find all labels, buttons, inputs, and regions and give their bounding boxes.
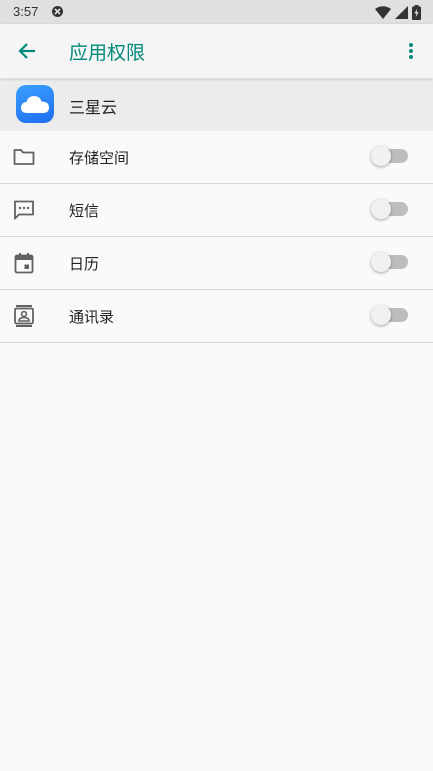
permission-row-storage[interactable]: 存储空间 [0,131,433,184]
folder-icon [12,145,36,169]
toggle-thumb [371,199,391,219]
toggle-thumb [371,252,391,272]
status-time: 3:57 [13,4,39,19]
permission-row-contacts[interactable]: 通讯录 [0,290,433,343]
calendar-toggle[interactable] [371,252,408,272]
sms-toggle[interactable] [371,199,408,219]
status-icons [375,4,421,20]
arrow-back-icon [18,43,35,59]
storage-toggle[interactable] [371,146,408,166]
app-header: 三星云 [0,79,433,131]
more-options-button[interactable] [401,36,421,66]
app-bar: 应用权限 [0,24,433,78]
permission-label: 通讯录 [69,308,115,326]
app-name: 三星云 [69,98,118,117]
calendar-icon [12,251,36,275]
permission-label: 存储空间 [69,149,130,167]
more-vert-icon [409,43,413,59]
permission-label: 日历 [69,255,100,273]
permission-row-calendar[interactable]: 日历 [0,237,433,290]
status-bar: 3:57 [0,0,433,24]
page-title: 应用权限 [69,42,146,64]
battery-charging-icon [412,4,421,20]
wifi-icon [375,5,391,19]
permission-row-sms[interactable]: 短信 [0,184,433,237]
contacts-icon [12,304,36,328]
toggle-thumb [371,305,391,325]
sms-icon [12,198,36,222]
back-button[interactable] [12,36,42,66]
permission-list: 存储空间 短信 日历 通讯录 [0,131,433,343]
block-icon [52,6,63,17]
signal-icon [395,5,408,19]
cloud-icon [21,96,49,113]
contacts-toggle[interactable] [371,305,408,325]
toggle-thumb [371,146,391,166]
app-icon [16,85,54,123]
permission-label: 短信 [69,202,100,220]
